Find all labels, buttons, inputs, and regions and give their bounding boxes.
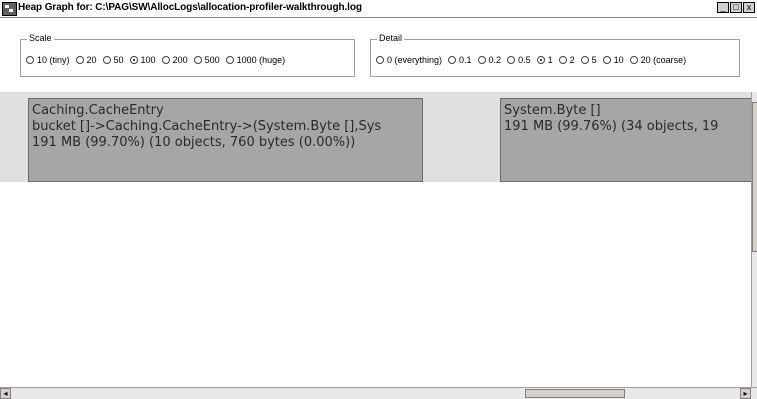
close-button[interactable]: x [743,2,755,13]
radio-button-icon[interactable] [477,56,486,64]
radio-button-icon[interactable] [507,56,516,64]
heap-graph-window: Heap Graph for: C:\PAG\SW\AllocLogs\allo… [0,0,757,399]
scroll-right-button[interactable]: ▸ [740,388,751,399]
detail-radio-label: 1 [547,55,553,65]
detail-radio-option[interactable]: 20 (coarse) [629,55,687,65]
detail-radio-label: 0.5 [518,55,531,65]
maximize-button[interactable]: □ [730,2,742,13]
node-path-label: bucket []->Caching.CacheEntry->(System.B… [32,119,382,134]
detail-group: Detail 0 (everything) 0.1 0.2 0.5 1 2 5 10 20 (c… [370,33,740,77]
detail-radio-label: 20 (coarse) [640,55,687,65]
radio-button-icon[interactable] [602,56,611,64]
scale-radio-label: 1000 (huge) [236,55,286,65]
radio-button-icon[interactable] [193,56,202,64]
app-icon[interactable] [2,2,17,16]
detail-radio-label: 0 (everything) [387,55,443,65]
radio-button-icon[interactable] [376,56,384,64]
radio-button-icon[interactable] [102,56,111,64]
detail-radio-label: 5 [591,55,597,65]
detail-radio-label: 0.2 [488,55,502,65]
detail-radio-option[interactable]: 0.5 [507,55,531,65]
radio-button-icon[interactable] [161,56,170,64]
scroll-left-button[interactable]: ◂ [0,388,11,399]
detail-radio-option[interactable]: 0.1 [448,55,472,65]
options-bar: Scale 10 (tiny) 20 50 100 200 500 1000 (huge) … [0,18,757,81]
scale-radio-label: 10 (tiny) [37,55,70,65]
detail-group-label: Detail [377,33,405,43]
scale-radio-label: 20 [86,55,97,65]
radio-button-icon[interactable] [536,56,545,64]
scale-radio-option[interactable]: 20 [75,55,97,65]
scale-group-label: Scale [27,33,54,43]
graph-node-cache-entry[interactable]: Caching.CacheEntry bucket []->Caching.Ca… [28,98,423,182]
detail-options: 0 (everything) 0.1 0.2 0.5 1 2 5 10 20 (coarse) [376,55,692,65]
detail-radio-option[interactable]: 2 [558,55,575,65]
scale-radio-label: 50 [113,55,124,65]
node-type-label: Caching.CacheEntry [32,103,164,118]
vertical-scrollbar[interactable] [751,92,757,387]
scale-radio-option[interactable]: 1000 (huge) [225,55,286,65]
graph-node-system-byte[interactable]: System.Byte [] 191 MB (99.76%) (34 objec… [500,98,751,182]
scale-radio-option[interactable]: 100 [129,55,156,65]
title-bar[interactable]: Heap Graph for: C:\PAG\SW\AllocLogs\allo… [0,0,757,18]
detail-radio-label: 2 [569,55,575,65]
scale-radio-option[interactable]: 500 [193,55,220,65]
horizontal-scroll-thumb[interactable] [525,389,625,398]
scale-radio-option[interactable]: 200 [161,55,188,65]
detail-radio-option[interactable]: 0 (everything) [376,55,442,65]
scale-radio-option[interactable]: 50 [102,55,124,65]
node-stats-label: 191 MB (99.70%) (10 objects, 760 bytes (… [32,135,356,150]
scale-group: Scale 10 (tiny) 20 50 100 200 500 1000 (huge) [20,33,355,77]
horizontal-scrollbar[interactable]: ◂ ▸ [0,387,757,399]
scale-radio-option[interactable]: 10 (tiny) [26,55,70,65]
node-type-label: System.Byte [] [504,103,601,118]
radio-button-icon[interactable] [225,56,234,64]
detail-radio-option[interactable]: 5 [580,55,597,65]
node-stats-label: 191 MB (99.76%) (34 objects, 19 [504,119,719,134]
window-title: Heap Graph for: C:\PAG\SW\AllocLogs\allo… [18,2,362,13]
detail-radio-label: 0.1 [459,55,472,65]
radio-button-icon[interactable] [580,56,589,64]
graph-canvas[interactable]: Caching.CacheEntry bucket []->Caching.Ca… [0,92,751,387]
scale-radio-label: 100 [140,55,156,65]
detail-radio-label: 10 [613,55,624,65]
detail-radio-option[interactable]: 10 [602,55,624,65]
detail-radio-option[interactable]: 1 [536,55,553,65]
radio-button-icon[interactable] [129,56,138,64]
radio-button-icon[interactable] [75,56,84,64]
vertical-scroll-thumb[interactable] [752,102,757,252]
radio-button-icon[interactable] [558,56,567,64]
minimize-button[interactable]: _ [717,2,729,13]
radio-button-icon[interactable] [26,56,34,64]
scale-radio-label: 500 [204,55,220,65]
scale-radio-label: 200 [172,55,188,65]
detail-radio-option[interactable]: 0.2 [477,55,502,65]
radio-button-icon[interactable] [448,56,457,64]
scale-options: 10 (tiny) 20 50 100 200 500 1000 (huge) [26,55,291,65]
radio-button-icon[interactable] [629,56,638,64]
